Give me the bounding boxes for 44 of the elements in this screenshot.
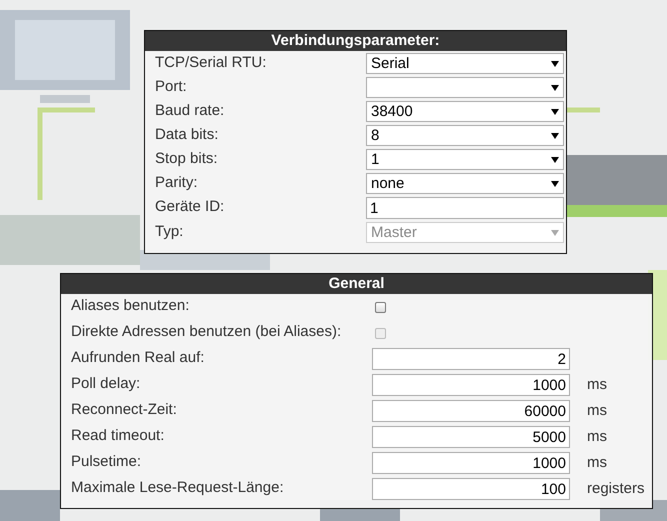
input-field[interactable]: 1000 xyxy=(372,452,570,474)
caret-icon xyxy=(551,60,559,68)
panel-title: Verbindungsparameter: xyxy=(145,31,566,51)
field-label: Aufrunden Real auf: xyxy=(71,348,206,368)
field-label: Port: xyxy=(155,77,188,97)
dropdown[interactable] xyxy=(366,77,564,98)
field-label: Data bits: xyxy=(155,125,220,145)
unit-label: ms xyxy=(586,401,608,421)
caret-icon xyxy=(551,228,559,236)
dropdown[interactable]: 8 xyxy=(366,125,564,146)
field-label: Baud rate: xyxy=(155,101,226,121)
field-label: Parity: xyxy=(155,173,199,193)
panel-title: General xyxy=(61,274,652,294)
field-label: Pulsetime: xyxy=(71,452,142,472)
unit-label: ms xyxy=(586,453,608,473)
input-field[interactable]: 1 xyxy=(366,197,564,219)
dropdown[interactable]: 1 xyxy=(366,149,564,170)
field-label: TCP/Serial RTU: xyxy=(155,53,268,73)
input-field[interactable]: 100 xyxy=(372,478,570,500)
field-label: Geräte ID: xyxy=(155,197,226,217)
unit-label: ms xyxy=(586,427,608,447)
field-label: Poll delay: xyxy=(71,374,142,394)
field-label: Maximale Lese-Request-Länge: xyxy=(71,478,285,498)
dropdown[interactable]: 38400 xyxy=(366,101,564,122)
caret-icon xyxy=(551,108,559,116)
caret-icon xyxy=(551,180,559,188)
input-field[interactable]: 60000 xyxy=(372,400,570,422)
input-field[interactable]: 1000 xyxy=(372,374,570,396)
caret-icon xyxy=(551,156,559,164)
field-label: Direkte Adressen benutzen (bei Aliases): xyxy=(71,322,342,342)
field-label: Typ: xyxy=(155,222,184,242)
caret-icon xyxy=(551,132,559,140)
checkbox[interactable] xyxy=(375,302,386,312)
input-field[interactable]: 5000 xyxy=(372,426,570,448)
dropdown[interactable]: Serial xyxy=(366,53,564,74)
unit-label: registers xyxy=(586,479,646,499)
field-label: Aliases benutzen: xyxy=(71,296,190,316)
input-field[interactable]: 2 xyxy=(372,348,570,370)
dropdown[interactable]: none xyxy=(366,173,564,194)
field-label: Stop bits: xyxy=(155,149,219,169)
field-label: Read timeout: xyxy=(71,426,166,446)
unit-label: ms xyxy=(586,375,608,395)
field-label: Reconnect-Zeit: xyxy=(71,400,178,420)
caret-icon xyxy=(551,84,559,92)
